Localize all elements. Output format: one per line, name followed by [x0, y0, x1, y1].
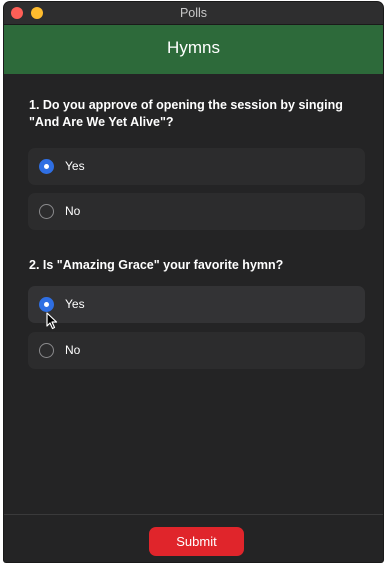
question-2-option-yes[interactable]: Yes [28, 286, 365, 323]
question-1-text: 1. Do you approve of opening the session… [29, 98, 343, 129]
option-label: No [65, 204, 81, 218]
question-1-option-yes[interactable]: Yes [28, 148, 365, 185]
question-2-option-no[interactable]: No [28, 332, 365, 369]
title-bar: Polls [4, 2, 383, 25]
radio-selected-icon[interactable] [39, 297, 54, 312]
polls-window: Polls Hymns 1. Do you approve of opening… [4, 2, 383, 562]
option-label: Yes [65, 297, 85, 311]
radio-unselected-icon[interactable] [39, 204, 54, 219]
window-title: Polls [179, 6, 208, 20]
radio-selected-icon[interactable] [39, 159, 54, 174]
poll-footer: Submit [4, 514, 383, 562]
option-label: Yes [65, 159, 85, 173]
option-label: No [65, 343, 81, 357]
submit-button[interactable]: Submit [149, 527, 244, 556]
question-1-option-no[interactable]: No [28, 193, 365, 230]
radio-unselected-icon[interactable] [39, 343, 54, 358]
poll-title: Hymns [167, 38, 220, 57]
poll-content: 1. Do you approve of opening the session… [4, 74, 383, 514]
poll-header: Hymns [4, 25, 383, 74]
arrow-cursor-icon [46, 312, 58, 330]
question-2-text: 2. Is "Amazing Grace" your favorite hymn… [29, 258, 284, 272]
